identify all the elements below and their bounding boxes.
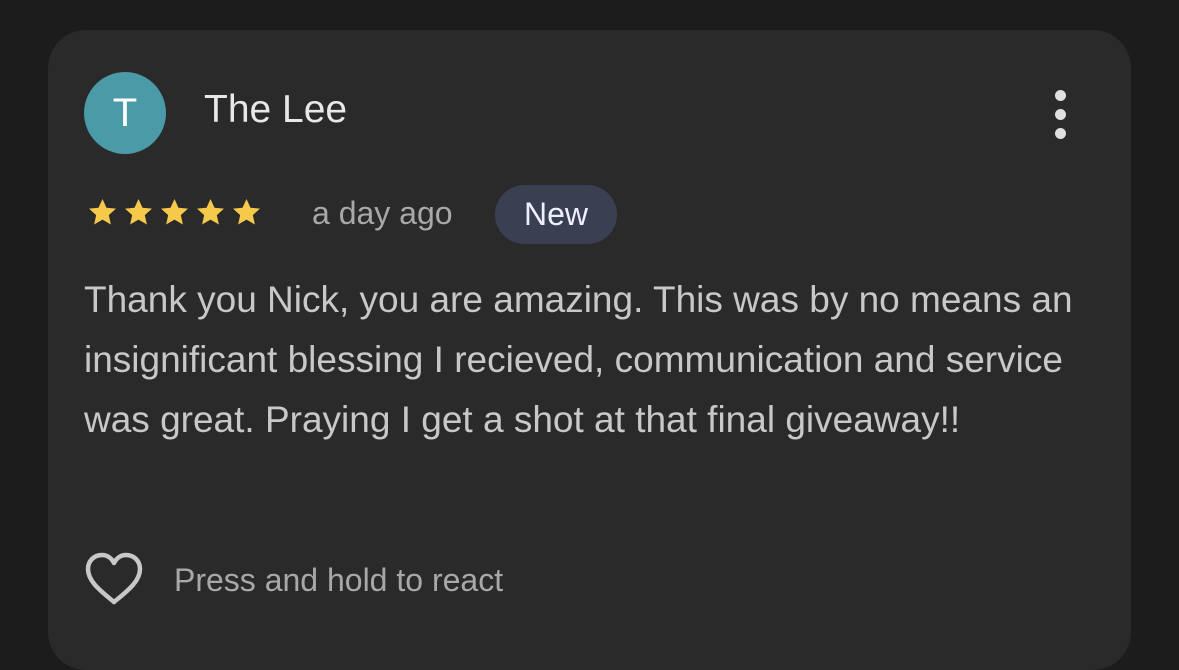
heart-outline-icon [85, 552, 143, 605]
avatar[interactable]: T [84, 72, 166, 154]
new-badge-label: New [523, 196, 588, 232]
star-icon [161, 199, 188, 225]
review-timestamp: a day ago [312, 195, 453, 231]
star-icon [197, 199, 224, 225]
star-icon [125, 199, 152, 225]
more-vertical-icon-dot [1054, 127, 1066, 139]
more-vertical-icon [1054, 89, 1066, 101]
avatar-letter: T [112, 91, 138, 135]
star-icon [89, 199, 116, 225]
new-badge: New [495, 185, 617, 244]
more-options-button[interactable] [1040, 84, 1080, 144]
react-button[interactable]: Press and hold to react [82, 548, 503, 612]
review-text: Thank you Nick, you are amazing. This wa… [84, 279, 1073, 440]
reviewer-name[interactable]: The Lee [204, 88, 347, 132]
star-icon [233, 199, 260, 225]
more-vertical-icon-dot [1054, 108, 1066, 120]
star-rating [86, 196, 263, 229]
react-label: Press and hold to react [174, 561, 504, 598]
